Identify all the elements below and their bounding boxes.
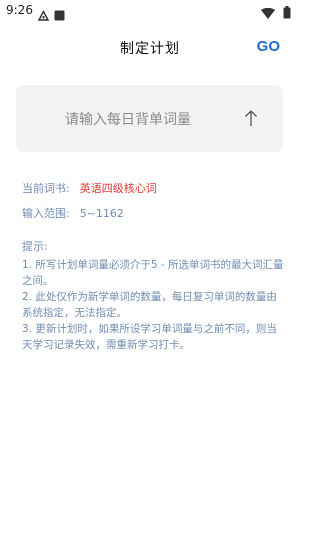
plan-screen: 9:26 制定计划 GO 请输入每日背单词量 当前词书: 英语四级核心词 输入范… [0,0,300,533]
tip-item: 3. 更新计划时，如果所设学习单词量与之前不同，则当天学习记录失效，需重新学习打… [22,323,277,351]
input-range-label: 输入范围: [22,207,70,220]
input-placeholder: 请输入每日背单词量 [65,112,191,128]
app-square-icon [54,6,65,25]
daily-word-count-input[interactable]: 请输入每日背单词量 [16,85,283,152]
battery-icon [283,4,291,23]
wifi-icon [261,5,275,24]
current-book-value: 英语四级核心词 [79,182,157,195]
arrow-up-icon[interactable] [243,108,259,128]
go-button[interactable]: GO [257,38,280,55]
notification-icon [37,6,50,25]
input-range-row: 输入范围: 5~1162 [22,205,124,221]
tips-title: 提示: [22,240,48,253]
status-time: 9:26 [6,3,33,17]
status-bar: 9:26 [0,0,300,22]
page-title: 制定计划 [120,41,180,57]
header-bar: 制定计划 GO [0,28,300,68]
tips-list: 1. 所写计划单词量必须介于5 - 所选单词书的最大词汇量之间。 2. 此处仅作… [22,257,284,353]
tip-item: 1. 所写计划单词量必须介于5 - 所选单词书的最大词汇量之间。 [22,259,284,287]
current-book-label: 当前词书: [22,182,70,195]
input-range-value: 5~1162 [79,207,124,220]
tip-item: 2. 此处仅作为新学单词的数量，每日复习单词的数量由系统指定，无法指定。 [22,291,277,319]
current-book-row: 当前词书: 英语四级核心词 [22,180,157,196]
